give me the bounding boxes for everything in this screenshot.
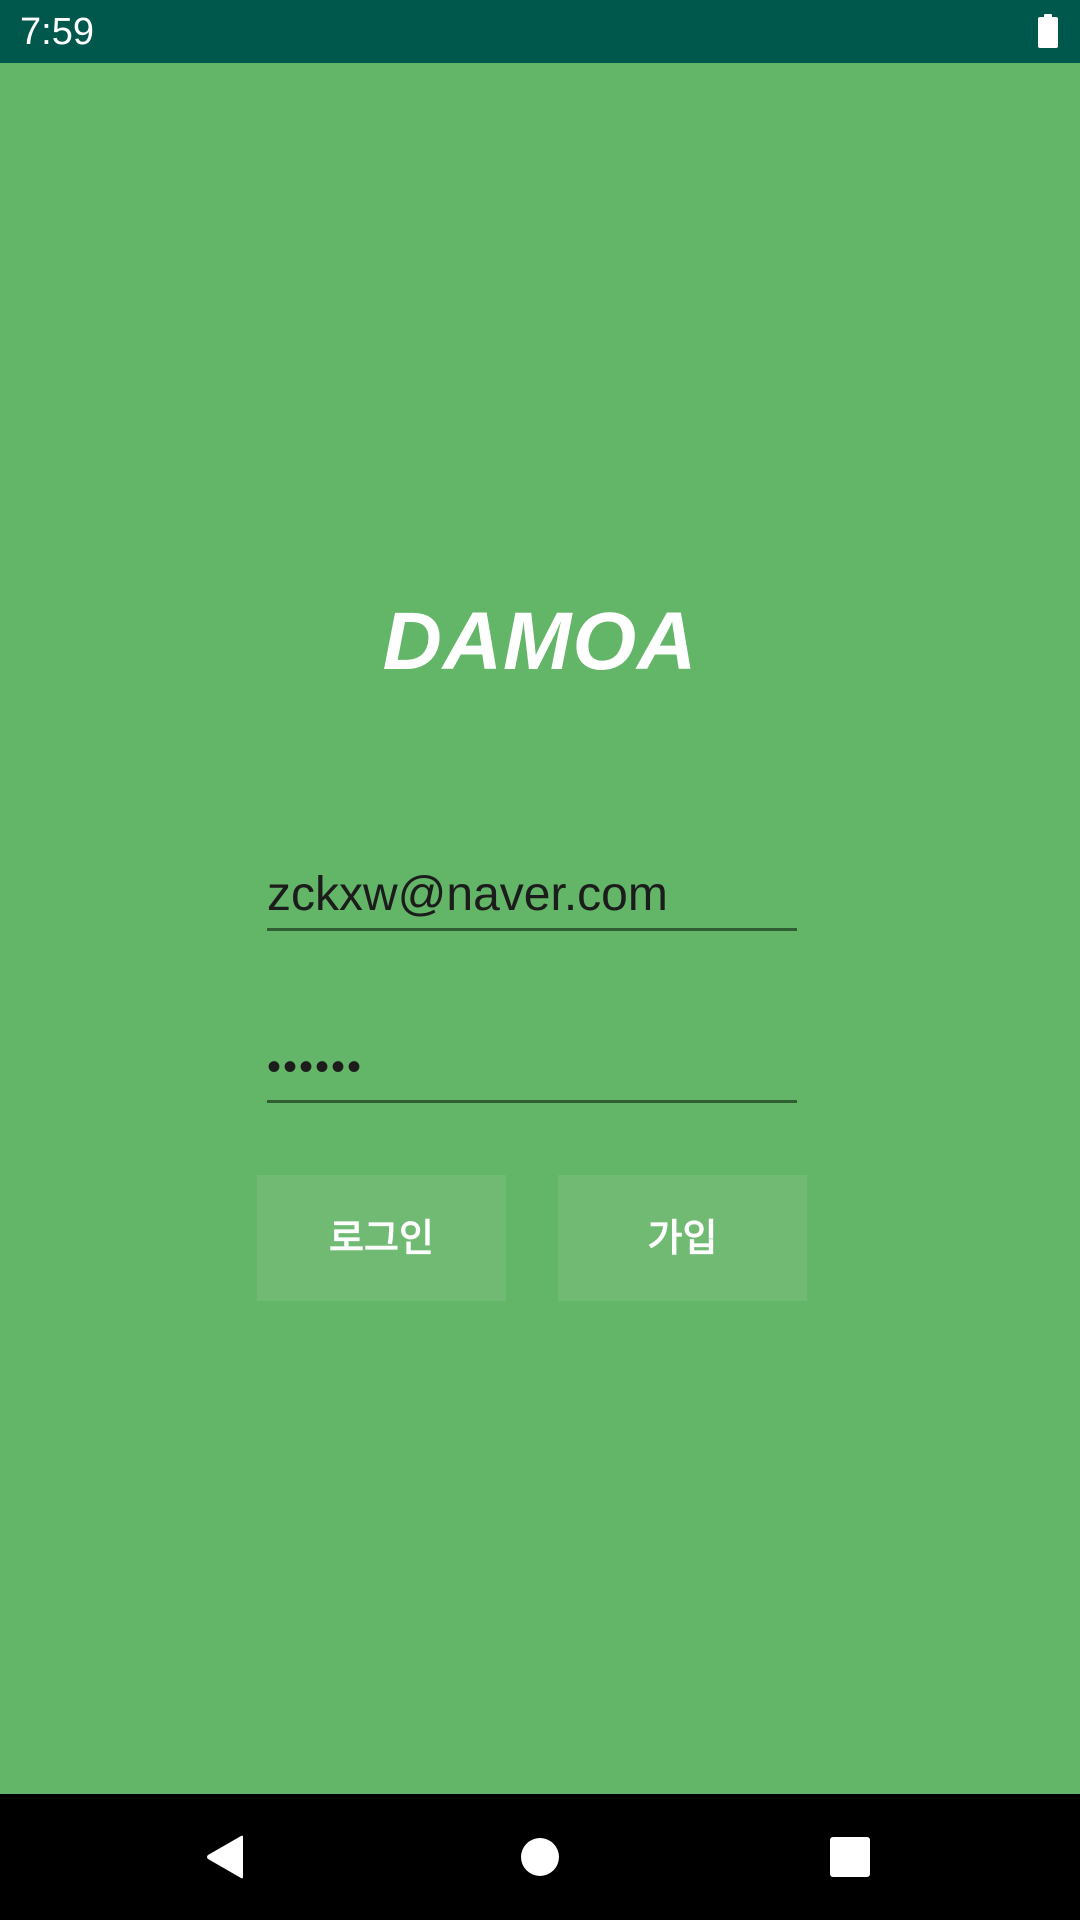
home-icon	[521, 1838, 559, 1876]
status-bar: 7:59	[0, 0, 1080, 63]
home-button[interactable]	[470, 1794, 610, 1920]
recents-button[interactable]	[780, 1794, 920, 1920]
recents-icon	[830, 1837, 870, 1877]
join-button[interactable]: 가입	[558, 1175, 807, 1301]
navigation-bar	[0, 1794, 1080, 1920]
back-button[interactable]	[155, 1794, 295, 1920]
password-field[interactable]	[267, 1034, 797, 1103]
login-screen: 7:59 DAMOA 로그인 가입	[0, 0, 1080, 1920]
email-field[interactable]	[267, 862, 797, 931]
battery-icon	[1038, 14, 1058, 48]
back-icon	[207, 1835, 243, 1879]
app-title: DAMOA	[382, 596, 698, 687]
status-time: 7:59	[20, 11, 94, 53]
login-button[interactable]: 로그인	[257, 1175, 506, 1301]
